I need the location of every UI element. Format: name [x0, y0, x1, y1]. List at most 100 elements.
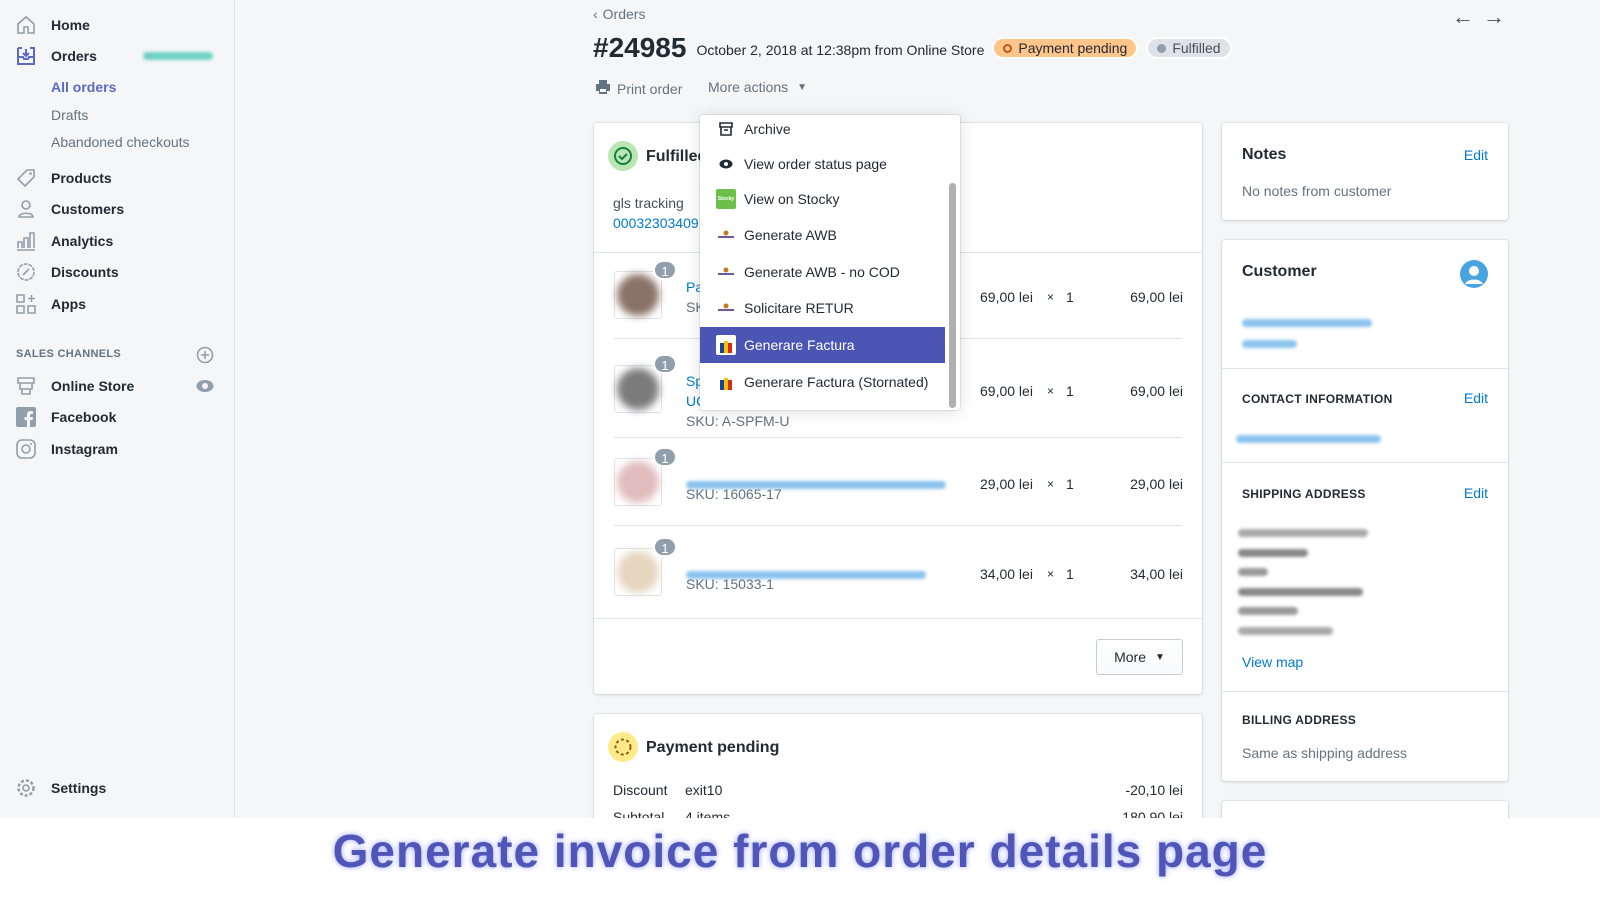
product-sku: SKU: 16065-17 [686, 486, 782, 502]
more-button[interactable]: More ▼ [1096, 639, 1183, 675]
orders-count-badge [142, 52, 213, 60]
times-sign: × [1047, 567, 1055, 581]
menu-item[interactable]: Generate AWB - no COD [700, 254, 945, 290]
tracking-number-link[interactable]: 00032303409 [613, 215, 699, 231]
customer-name-link[interactable] [1242, 314, 1372, 351]
badge-label: Payment pending [1018, 40, 1128, 56]
sidebar-item-label: Orders [51, 48, 97, 64]
discount-code: exit10 [685, 782, 723, 798]
instagram-icon [16, 439, 36, 459]
person-icon [16, 199, 36, 219]
quantity-badge: 1 [653, 354, 677, 374]
menu-item[interactable]: View order status page [700, 146, 945, 182]
shipping-edit-link[interactable]: Edit [1464, 485, 1488, 501]
menu-item[interactable]: Archive [700, 115, 945, 147]
sidebar-item-label: Online Store [51, 378, 135, 394]
product-thumbnail: 1 [614, 354, 677, 413]
quantity: 1 [1066, 383, 1074, 399]
billing-address-text: Same as shipping address [1242, 745, 1407, 761]
menu-item-label: Generate AWB [744, 227, 837, 243]
unit-price: 29,00 lei [980, 476, 1033, 492]
more-actions-label: More actions [708, 79, 789, 95]
sidebar-item-online-store[interactable]: Online Store [16, 376, 134, 396]
sidebar-item-orders[interactable]: Orders [16, 46, 213, 66]
sidebar-sub-all-orders[interactable]: All orders [51, 79, 116, 95]
menu-item[interactable]: Generare Factura [700, 327, 945, 363]
quantity: 1 [1066, 289, 1074, 305]
view-store-eye-icon[interactable] [196, 379, 214, 396]
payment-status-badge: Payment pending [992, 37, 1139, 59]
breadcrumb-back-orders[interactable]: ‹ Orders [593, 6, 645, 22]
courier-icon [716, 225, 736, 245]
customer-card: Customer CONTACT INFORMATION Edit SHIPPI… [1222, 240, 1508, 781]
divider [594, 618, 1202, 619]
sidebar-item-products[interactable]: Products [16, 168, 112, 188]
next-order-arrow-icon[interactable]: → [1483, 4, 1505, 30]
view-map-link[interactable]: View map [1242, 654, 1303, 670]
sidebar-item-home[interactable]: Home [16, 15, 90, 35]
stocky-icon: Stocky [716, 189, 736, 209]
tag-icon [16, 168, 36, 188]
menu-item[interactable]: Solicitare RETUR [700, 290, 945, 326]
notes-edit-link[interactable]: Edit [1464, 147, 1488, 163]
more-actions-button[interactable]: More actions ▼ [708, 79, 807, 95]
menu-item-label: Archive [744, 121, 791, 137]
sidebar-item-label: Apps [51, 296, 86, 312]
discount-icon [16, 262, 36, 282]
sidebar-item-label: Analytics [51, 233, 114, 249]
customer-title: Customer [1242, 263, 1317, 280]
fulfilled-title: Fulfilled [646, 148, 708, 165]
gear-icon [16, 778, 36, 798]
previous-order-arrow-icon[interactable]: ← [1452, 4, 1474, 30]
sidebar-item-facebook[interactable]: Facebook [16, 407, 116, 427]
fulfilled-dot-icon [1157, 43, 1167, 53]
dropdown-scrollbar[interactable] [949, 183, 956, 408]
times-sign: × [1047, 290, 1055, 304]
menu-item-label: Solicitare RETUR [744, 300, 854, 316]
line-total: 29,00 lei [1130, 476, 1183, 492]
product-thumbnail: 1 [614, 260, 677, 319]
add-channel-icon[interactable] [196, 346, 214, 367]
product-sku: SKU: A-SPFM-U [686, 413, 790, 429]
sidebar-sub-abandoned-checkouts[interactable]: Abandoned checkouts [51, 134, 190, 150]
caption-text: Generate invoice from order details page [332, 825, 1268, 877]
breadcrumb-label: Orders [602, 6, 646, 22]
sidebar-item-settings[interactable]: Settings [16, 778, 106, 798]
menu-item[interactable]: Generate AWB [700, 217, 945, 253]
quantity: 1 [1066, 566, 1074, 582]
print-order-button[interactable]: Print order [595, 79, 682, 98]
customer-email[interactable] [1236, 430, 1381, 446]
sidebar-item-instagram[interactable]: Instagram [16, 439, 118, 459]
pending-dot-icon [1003, 43, 1013, 53]
chevron-left-icon: ‹ [593, 6, 598, 22]
orders-icon [16, 46, 36, 66]
sidebar-sub-drafts[interactable]: Drafts [51, 107, 88, 123]
notes-text: No notes from customer [1242, 183, 1392, 199]
sidebar-item-label: Discounts [51, 264, 119, 280]
menu-item[interactable]: Stocky View on Stocky [700, 181, 945, 217]
billing-address-heading: BILLING ADDRESS [1242, 713, 1357, 727]
sidebar-item-discounts[interactable]: Discounts [16, 262, 119, 282]
unit-price: 34,00 lei [980, 566, 1033, 582]
menu-item[interactable]: Generare Factura (Stornated) [700, 364, 945, 400]
bar-chart-icon [16, 231, 36, 251]
discount-value: -20,10 lei [1125, 782, 1183, 798]
tracking-label: gls tracking [613, 195, 684, 211]
more-label: More [1114, 649, 1146, 665]
caption-banner: Generate invoice from order details page [0, 818, 1600, 900]
quantity-badge: 1 [653, 447, 677, 467]
divider [614, 525, 1182, 526]
printer-icon [595, 79, 611, 98]
sidebar-item-customers[interactable]: Customers [16, 199, 124, 219]
contact-edit-link[interactable]: Edit [1464, 390, 1488, 406]
quantity-badge: 1 [653, 537, 677, 557]
fulfilled-check-icon [608, 141, 638, 171]
unit-price: 69,00 lei [980, 383, 1033, 399]
notes-card: Notes Edit No notes from customer [1222, 123, 1508, 220]
sidebar-item-label: Products [51, 170, 112, 186]
sidebar-item-apps[interactable]: Apps [16, 294, 86, 314]
sidebar-item-analytics[interactable]: Analytics [16, 231, 113, 251]
store-icon [16, 376, 36, 396]
unit-price: 69,00 lei [980, 289, 1033, 305]
page-title: #24985 [593, 32, 687, 63]
